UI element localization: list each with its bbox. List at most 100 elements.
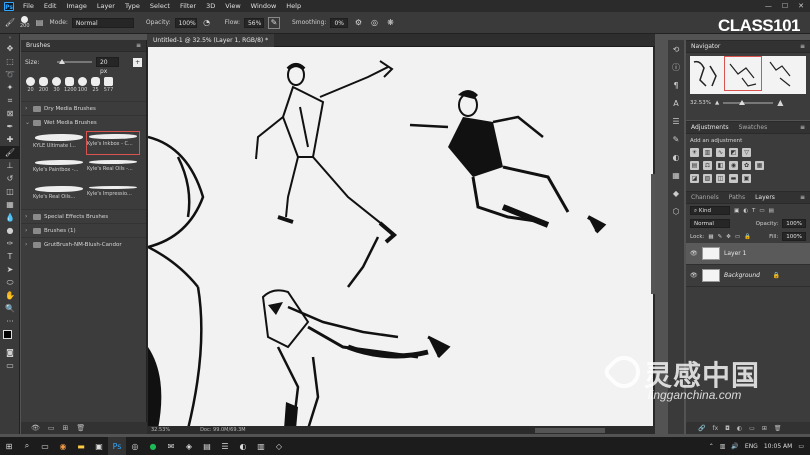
link-icon[interactable]: 🔗 [698,425,705,432]
navigator-thumbnail[interactable] [690,56,806,94]
recent-brush[interactable]: 1200 [64,77,77,93]
network-icon[interactable]: ▥ [720,443,726,450]
info-icon[interactable]: ⓘ [668,58,684,76]
new-layer-icon[interactable]: ⊞ [762,425,767,432]
close-icon[interactable]: ✕ [798,2,804,10]
paragraph-icon[interactable]: ¶ [668,76,684,94]
swatches-icon[interactable]: ▦ [668,166,684,184]
vertical-scrollbar[interactable] [651,174,655,294]
smoothing-field[interactable]: 0% [330,17,349,28]
menu-file[interactable]: File [18,2,39,10]
symmetry-icon[interactable]: ❋ [384,17,396,29]
history-brush-icon[interactable]: ↺ [0,172,20,185]
size-slider-knob[interactable] [59,59,66,64]
healing-tool-icon[interactable]: ✚ [0,133,20,146]
type-tool-icon[interactable]: T [0,250,20,263]
quick-mask-icon[interactable]: ◙ [0,346,20,359]
smoothing-options-icon[interactable]: ⚙ [352,17,364,29]
vibrance-icon[interactable]: ▽ [742,148,751,157]
navigator-zoom-value[interactable]: 32.53% [690,100,711,106]
hue-saturation-icon[interactable]: ▤ [690,161,699,170]
brightness-icon[interactable]: ☀ [690,148,699,157]
move-tool-icon[interactable]: ✥ [0,42,20,55]
delete-icon[interactable]: 🗑 [76,424,85,432]
recent-brush[interactable]: 200 [38,77,49,93]
pen-tool-icon[interactable]: ✑ [0,237,20,250]
dodge-tool-icon[interactable]: ● [0,224,20,237]
app-icon[interactable]: ▥ [252,437,270,455]
file-explorer-icon[interactable]: ▬ [72,437,90,455]
selective-color-icon[interactable]: ▣ [742,174,751,183]
brush-settings-icon[interactable]: ▤ [34,17,46,29]
menu-window[interactable]: Window [246,2,282,10]
brush-settings-icon[interactable]: ✎ [668,130,684,148]
filter-type-icon[interactable]: T [752,208,755,214]
lock-pixels-icon[interactable]: ▦ [708,234,713,240]
menu-select[interactable]: Select [145,2,175,10]
brush-item[interactable]: Kyle's Real Oils -... [87,158,139,180]
channels-tab[interactable]: Channels [686,194,724,201]
brush-group-brushes1[interactable]: › Brushes (1) [21,223,146,237]
exposure-icon[interactable]: ◩ [729,148,738,157]
recent-brush[interactable]: 25 [90,77,101,93]
channel-mixer-icon[interactable]: ✿ [742,161,751,170]
zoom-out-icon[interactable]: ▲ [715,100,719,106]
pressure-size-icon[interactable]: ◎ [368,17,380,29]
app-icon[interactable]: ▣ [90,437,108,455]
brush-group-special[interactable]: › Special Effects Brushes [21,209,146,223]
gradient-tool-icon[interactable]: ▦ [0,198,20,211]
path-select-tool-icon[interactable]: ➤ [0,263,20,276]
shape-tool-icon[interactable]: ⬭ [0,276,20,289]
menu-type[interactable]: Type [120,2,145,10]
notifications-icon[interactable]: ▭ [798,443,804,450]
menu-layer[interactable]: Layer [92,2,120,10]
blur-tool-icon[interactable]: 💧 [0,211,20,224]
pressure-opacity-icon[interactable]: ◔ [201,17,213,29]
fill-field[interactable]: 100% [782,232,806,241]
adjustment-layer-icon[interactable]: ◐ [737,425,742,432]
brush-item-selected[interactable]: Kyle's Inkbox - C... [86,131,140,155]
maximize-icon[interactable]: ☐ [782,2,788,10]
brush-item[interactable]: KYLE Ultimate I... [33,132,85,154]
group-icon[interactable]: ▭ [749,425,755,432]
recent-brush[interactable]: 100 [77,77,88,93]
menu-edit[interactable]: Edit [39,2,62,10]
search-icon[interactable]: ⌕ [18,437,36,455]
marquee-tool-icon[interactable]: ⬚ [0,55,20,68]
menu-filter[interactable]: Filter [175,2,201,10]
canvas[interactable] [148,47,653,429]
brush-item[interactable]: Kyle's Paintbox -... [33,158,85,180]
lock-artboard-icon[interactable]: ▭ [735,234,740,240]
app-icon[interactable]: ☰ [216,437,234,455]
filter-pixel-icon[interactable]: ▣ [734,208,739,214]
panel-menu-icon[interactable]: ≡ [131,42,146,49]
mask-icon[interactable]: ◘ [725,425,730,432]
app-icon[interactable]: ◈ [180,437,198,455]
volume-icon[interactable]: 🔊 [731,443,738,450]
filter-adjust-icon[interactable]: ◐ [743,208,748,214]
layer-row-background[interactable]: 👁 Background 🔒 [686,265,810,287]
more-tools-icon[interactable]: ··· [0,315,20,328]
levels-icon[interactable]: ▥ [703,148,712,157]
panel-menu-icon[interactable]: ≡ [795,124,810,131]
filter-shape-icon[interactable]: ▭ [759,208,764,214]
photoshop-taskbar-icon[interactable]: Ps [108,437,126,455]
quick-select-tool-icon[interactable]: ✦ [0,81,20,94]
filter-kind-select[interactable]: ⌕ Kind [690,206,730,215]
crop-tool-icon[interactable]: ⌗ [0,94,20,107]
eraser-tool-icon[interactable]: ◫ [0,185,20,198]
navigator-zoom-knob[interactable] [739,99,746,105]
visibility-eye-icon[interactable]: 👁 [690,250,698,257]
task-view-icon[interactable]: ▭ [36,437,54,455]
screen-mode-icon[interactable]: ▭ [0,359,20,372]
recent-brush[interactable]: 30 [51,77,62,93]
photo-filter-icon[interactable]: ◉ [729,161,738,170]
navigator-tab[interactable]: Navigator [686,43,725,50]
new-brush-icon[interactable]: ⊞ [63,424,69,432]
layer-name[interactable]: Background [724,272,760,279]
size-field[interactable]: 20 px [95,57,120,75]
lock-icon[interactable]: 🔒 [773,272,810,279]
posterize-icon[interactable]: ▨ [703,174,712,183]
new-group-icon[interactable]: ▭ [48,424,55,432]
hand-tool-icon[interactable]: ✋ [0,289,20,302]
